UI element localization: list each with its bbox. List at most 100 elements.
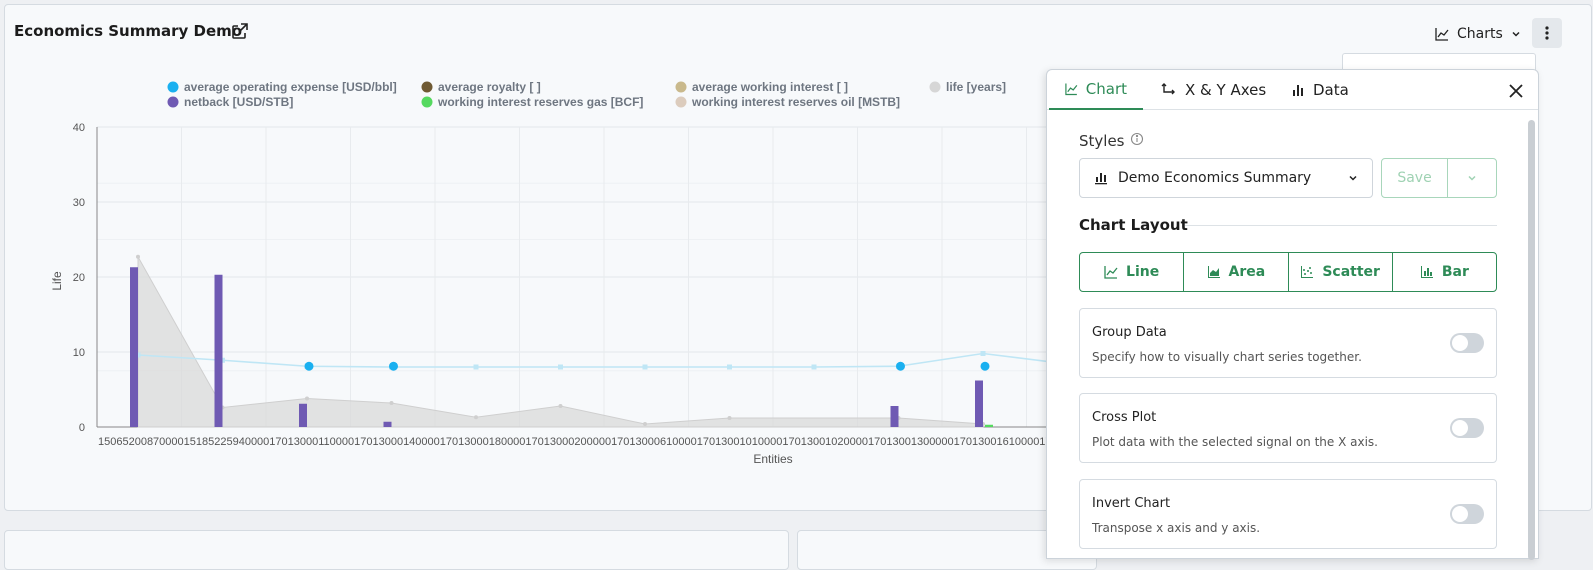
bar: [214, 274, 223, 427]
bar: [299, 403, 307, 427]
y-axis-title: Life: [50, 271, 64, 291]
y-tick-label: 0: [79, 422, 85, 434]
area-point: [389, 401, 394, 405]
bar: [890, 406, 899, 427]
line-chart-icon: [1065, 83, 1078, 96]
y-tick-label: 10: [73, 347, 85, 359]
chart-layout-title: Chart Layout: [1079, 216, 1188, 234]
line-chart-icon: [1104, 266, 1118, 279]
more-options-button[interactable]: [1532, 18, 1562, 48]
tab-chart-label: Chart: [1085, 80, 1127, 98]
y-tick-label: 20: [73, 272, 85, 284]
save-button[interactable]: Save: [1381, 158, 1448, 198]
tab-chart[interactable]: Chart: [1049, 70, 1143, 110]
area-point: [474, 415, 478, 420]
x-axis-tick-labels: 1506520087000015185225940000170130001100…: [98, 436, 1055, 448]
legend-label: working interest reserves gas [BCF]: [437, 95, 643, 109]
panel-tabs: Chart X & Y Axes Data: [1047, 70, 1538, 110]
group-data-option: Group Data Specify how to visually chart…: [1079, 308, 1497, 378]
legend-label: average operating expense [USD/bbl]: [184, 80, 397, 94]
area-point: [558, 404, 563, 408]
bottom-card-left: [4, 530, 789, 570]
save-options-button[interactable]: [1447, 158, 1497, 198]
option-description: Specify how to visually chart series tog…: [1092, 350, 1362, 364]
bar: [985, 424, 993, 427]
legend-swatch: [167, 96, 179, 108]
marker-dot: [304, 361, 314, 371]
chart-settings-panel: Chart X & Y Axes Data Styles Demo Econom…: [1046, 69, 1539, 560]
line-operating-expense: [137, 352, 1055, 368]
charts-button-label: Charts: [1457, 26, 1503, 42]
close-panel-button[interactable]: [1507, 82, 1525, 100]
invert-chart-option: Invert Chart Transpose x axis and y axis…: [1079, 479, 1497, 549]
chart-legend: average operating expense [USD/bbl] avera…: [167, 80, 1006, 109]
marker-dot: [980, 361, 990, 371]
layout-bar-label: Bar: [1441, 264, 1469, 280]
area-point: [136, 254, 140, 259]
invert-chart-toggle[interactable]: [1450, 504, 1484, 524]
legend-swatch: [421, 96, 433, 108]
marker-dot: [896, 361, 905, 371]
layout-scatter-button[interactable]: Scatter: [1289, 253, 1393, 291]
info-icon[interactable]: [1130, 132, 1144, 146]
group-data-toggle[interactable]: [1450, 333, 1484, 353]
area-point: [305, 396, 309, 401]
line-point: [558, 364, 563, 370]
bar: [975, 380, 983, 427]
chart-layout-segmented-control: Line Area Scatter Bar: [1079, 252, 1497, 292]
line-point: [727, 364, 732, 370]
bar: [130, 267, 138, 427]
line-point: [642, 364, 648, 370]
option-title: Cross Plot: [1092, 410, 1157, 425]
line-point: [473, 364, 479, 370]
chart-svg: average operating expense [USD/bbl] avera…: [50, 80, 1055, 466]
legend-label: working interest reserves oil [MSTB]: [691, 95, 900, 109]
chevron-down-icon: [1349, 175, 1357, 181]
charts-dropdown-button[interactable]: Charts: [1431, 19, 1525, 49]
legend-label: life [years]: [946, 80, 1006, 94]
marker-dot: [389, 361, 398, 371]
y-tick-label: 40: [73, 122, 85, 134]
legend-label: average working interest [ ]: [692, 80, 848, 94]
legend-label: average royalty [ ]: [438, 80, 541, 94]
legend-swatch: [421, 81, 433, 93]
close-icon: [1509, 84, 1523, 98]
cross-plot-option: Cross Plot Plot data with the selected s…: [1079, 393, 1497, 463]
tab-data[interactable]: Data: [1275, 70, 1365, 110]
bar-chart-icon: [1420, 266, 1433, 278]
tab-axes-label: X & Y Axes: [1185, 81, 1267, 99]
option-title: Group Data: [1092, 325, 1167, 340]
layout-line-button[interactable]: Line: [1080, 253, 1185, 291]
chart-grid: [96, 126, 1055, 428]
bar-chart-icon: [1095, 173, 1107, 185]
y-axis-ticks: 0 10 20 30 40: [73, 122, 85, 434]
legend-label: netback [USD/STB]: [184, 95, 293, 109]
axes-arrows-icon: [1161, 83, 1175, 95]
styles-label: Styles: [1079, 132, 1125, 150]
style-select[interactable]: Demo Economics Summary: [1079, 158, 1373, 198]
layout-area-label: Area: [1228, 264, 1266, 280]
legend-swatch: [675, 81, 687, 93]
legend-swatch: [929, 81, 941, 93]
y-tick-label: 30: [73, 197, 85, 209]
chevron-down-icon: [1468, 175, 1476, 181]
legend-swatch: [675, 96, 687, 108]
x-axis-title: Entities: [753, 452, 792, 466]
layout-area-button[interactable]: Area: [1184, 253, 1289, 291]
legend-swatch: [167, 81, 179, 93]
bar-chart-icon: [1293, 85, 1303, 96]
cross-plot-toggle[interactable]: [1450, 418, 1484, 438]
bar: [383, 421, 392, 427]
chevron-down-icon: [1512, 31, 1520, 37]
option-title: Invert Chart: [1092, 496, 1171, 511]
section-divider: [1185, 225, 1497, 226]
tab-axes[interactable]: X & Y Axes: [1145, 70, 1282, 110]
layout-bar-button[interactable]: Bar: [1393, 253, 1496, 291]
kebab-icon: [1545, 26, 1549, 40]
scatter-chart-icon: [1301, 266, 1314, 278]
line-point: [811, 364, 817, 370]
chart-marks: [130, 254, 1055, 428]
layout-line-label: Line: [1126, 264, 1160, 280]
panel-scrollbar[interactable]: [1528, 120, 1535, 560]
tab-data-label: Data: [1313, 81, 1349, 99]
